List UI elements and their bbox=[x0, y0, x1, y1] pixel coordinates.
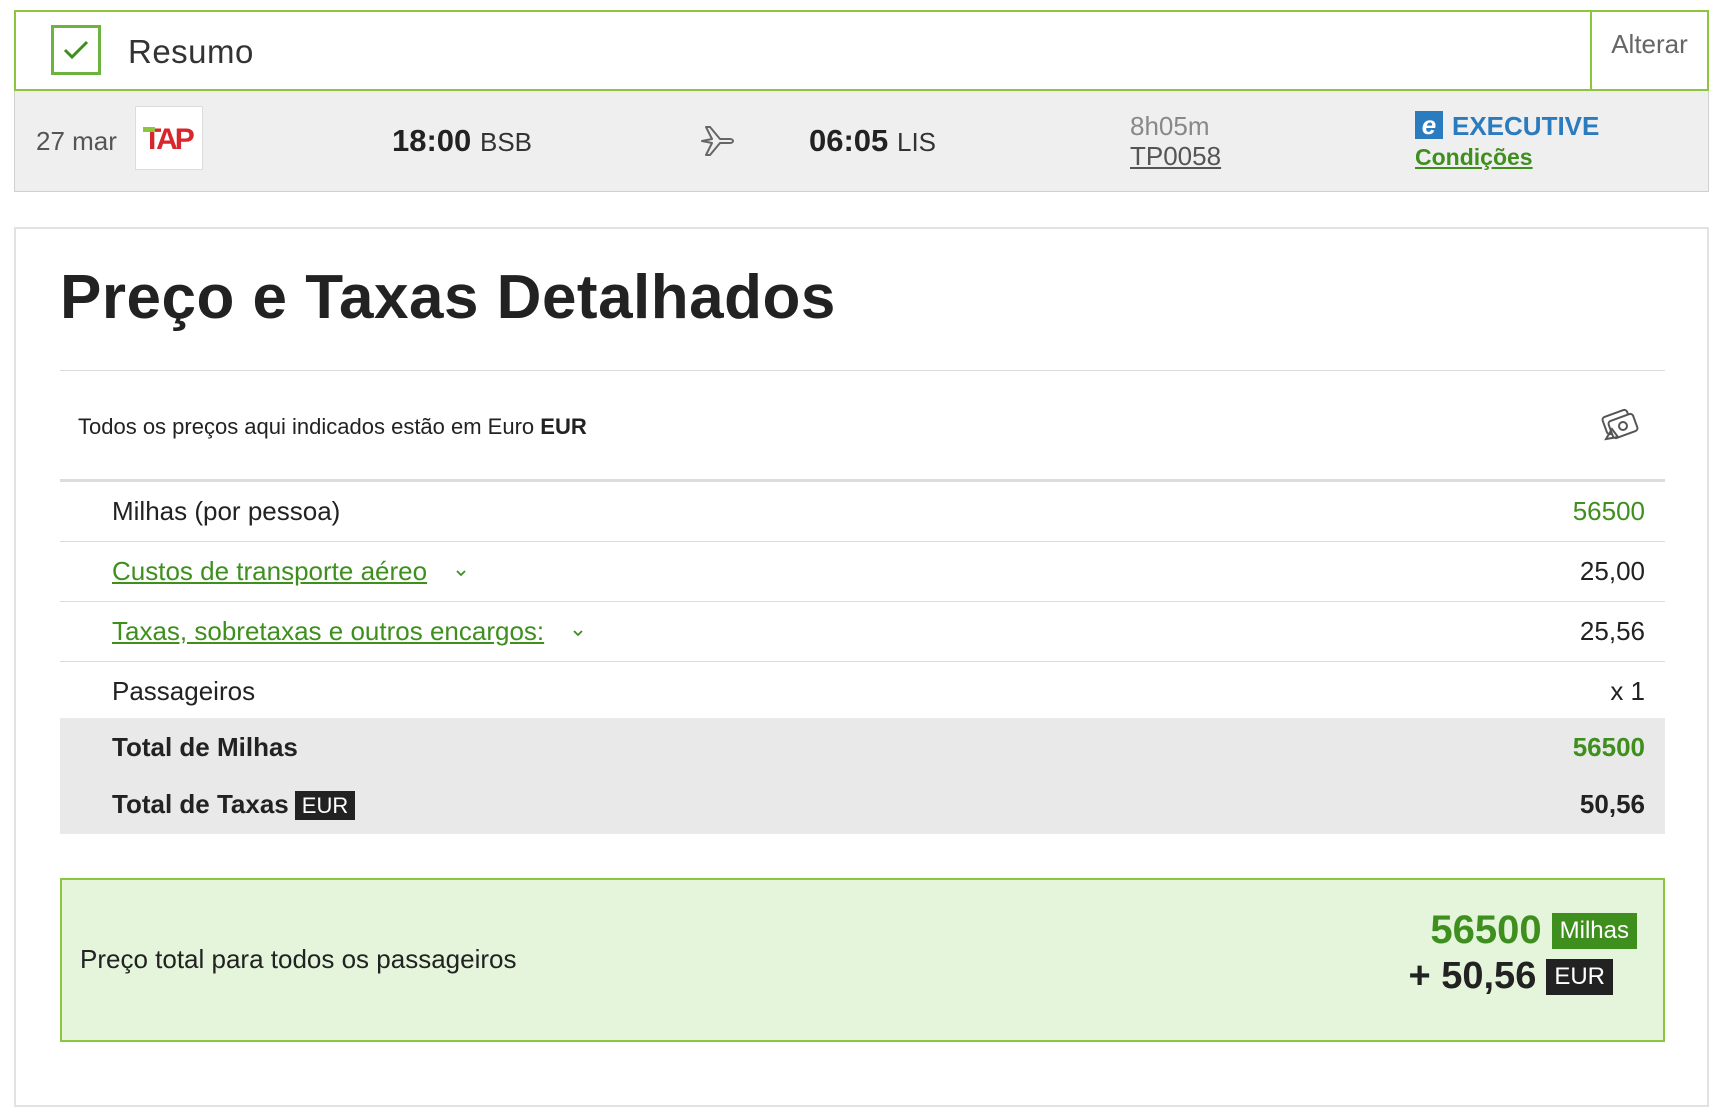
row-value: x 1 bbox=[1610, 676, 1645, 706]
total-miles-row: Total de Milhas 56500 bbox=[60, 718, 1665, 778]
arrival-airport: LIS bbox=[897, 127, 937, 157]
summary-header: Resumo Alterar bbox=[14, 10, 1709, 91]
row-value: 56500 bbox=[1572, 496, 1645, 526]
total-taxes-row: Total de Taxas EUR 50,56 bbox=[60, 774, 1665, 834]
row-value: 56500 bbox=[1572, 732, 1645, 762]
airline-logo: TAP bbox=[135, 106, 203, 170]
miles-tag: Milhas bbox=[1551, 912, 1637, 949]
grand-total-eur-value: + 50,56 bbox=[1408, 955, 1537, 997]
chevron-down-icon[interactable] bbox=[454, 566, 468, 580]
miles-per-person-row: Milhas (por pessoa) 56500 bbox=[60, 482, 1665, 542]
summary-title: Resumo bbox=[128, 33, 254, 70]
price-details-card: Preço e Taxas Detalhados Todos os preços… bbox=[14, 227, 1709, 1107]
price-heading: Preço e Taxas Detalhados bbox=[60, 263, 836, 332]
currency-tag: EUR bbox=[294, 790, 356, 820]
cabin-badge-icon: e bbox=[1415, 111, 1443, 139]
currency-tag: EUR bbox=[1546, 958, 1613, 995]
change-button[interactable]: Alterar bbox=[1590, 12, 1707, 89]
passengers-row: Passageiros x 1 bbox=[60, 662, 1665, 722]
flight-duration: 8h05m bbox=[1130, 111, 1210, 141]
row-label: Milhas (por pessoa) bbox=[112, 496, 341, 526]
divider bbox=[60, 370, 1665, 371]
grand-total-miles: 56500 Milhas bbox=[1430, 908, 1637, 953]
air-transport-costs-row[interactable]: Custos de transporte aéreo 25,00 bbox=[60, 542, 1665, 602]
currency-note-text: Todos os preços aqui indicados estão em … bbox=[78, 414, 535, 439]
row-value: 25,56 bbox=[1579, 616, 1645, 646]
row-value: 25,00 bbox=[1579, 556, 1645, 586]
row-value: 50,56 bbox=[1579, 788, 1645, 819]
air-transport-costs-link[interactable]: Custos de transporte aéreo bbox=[112, 556, 427, 586]
check-icon bbox=[51, 25, 101, 75]
flight-number-link[interactable]: TP0058 bbox=[1130, 141, 1221, 172]
grand-total-eur: + 50,56 EUR bbox=[1408, 955, 1613, 998]
conditions-link[interactable]: Condições bbox=[1415, 144, 1533, 171]
taxes-surcharges-row[interactable]: Taxas, sobretaxas e outros encargos: 25,… bbox=[60, 602, 1665, 662]
currency-code: EUR bbox=[540, 414, 587, 439]
airplane-icon bbox=[698, 121, 738, 161]
arrival-time: 06:05 bbox=[809, 123, 889, 158]
grand-total-box: Preço total para todos os passageiros 56… bbox=[60, 878, 1665, 1042]
grand-total-label: Preço total para todos os passageiros bbox=[80, 944, 517, 974]
taxes-surcharges-link[interactable]: Taxas, sobretaxas e outros encargos: bbox=[112, 616, 544, 646]
flight-segment-row: 27 mar TAP 18:00 BSB 06:05 LIS 8h05m TP0… bbox=[14, 91, 1709, 192]
chevron-down-icon[interactable] bbox=[571, 626, 585, 640]
row-label: Total de Milhas bbox=[112, 732, 298, 762]
currency-note: Todos os preços aqui indicados estão em … bbox=[78, 414, 587, 440]
departure-airport: BSB bbox=[480, 127, 533, 157]
departure-time: 18:00 bbox=[392, 123, 472, 158]
grand-total-miles-value: 56500 bbox=[1430, 908, 1542, 952]
flight-date: 27 mar bbox=[36, 126, 117, 156]
row-label: Passageiros bbox=[112, 676, 256, 706]
cabin-class: EXECUTIVE bbox=[1452, 111, 1600, 141]
currency-money-icon[interactable] bbox=[1596, 399, 1644, 447]
row-label: Total de Taxas bbox=[112, 788, 289, 819]
